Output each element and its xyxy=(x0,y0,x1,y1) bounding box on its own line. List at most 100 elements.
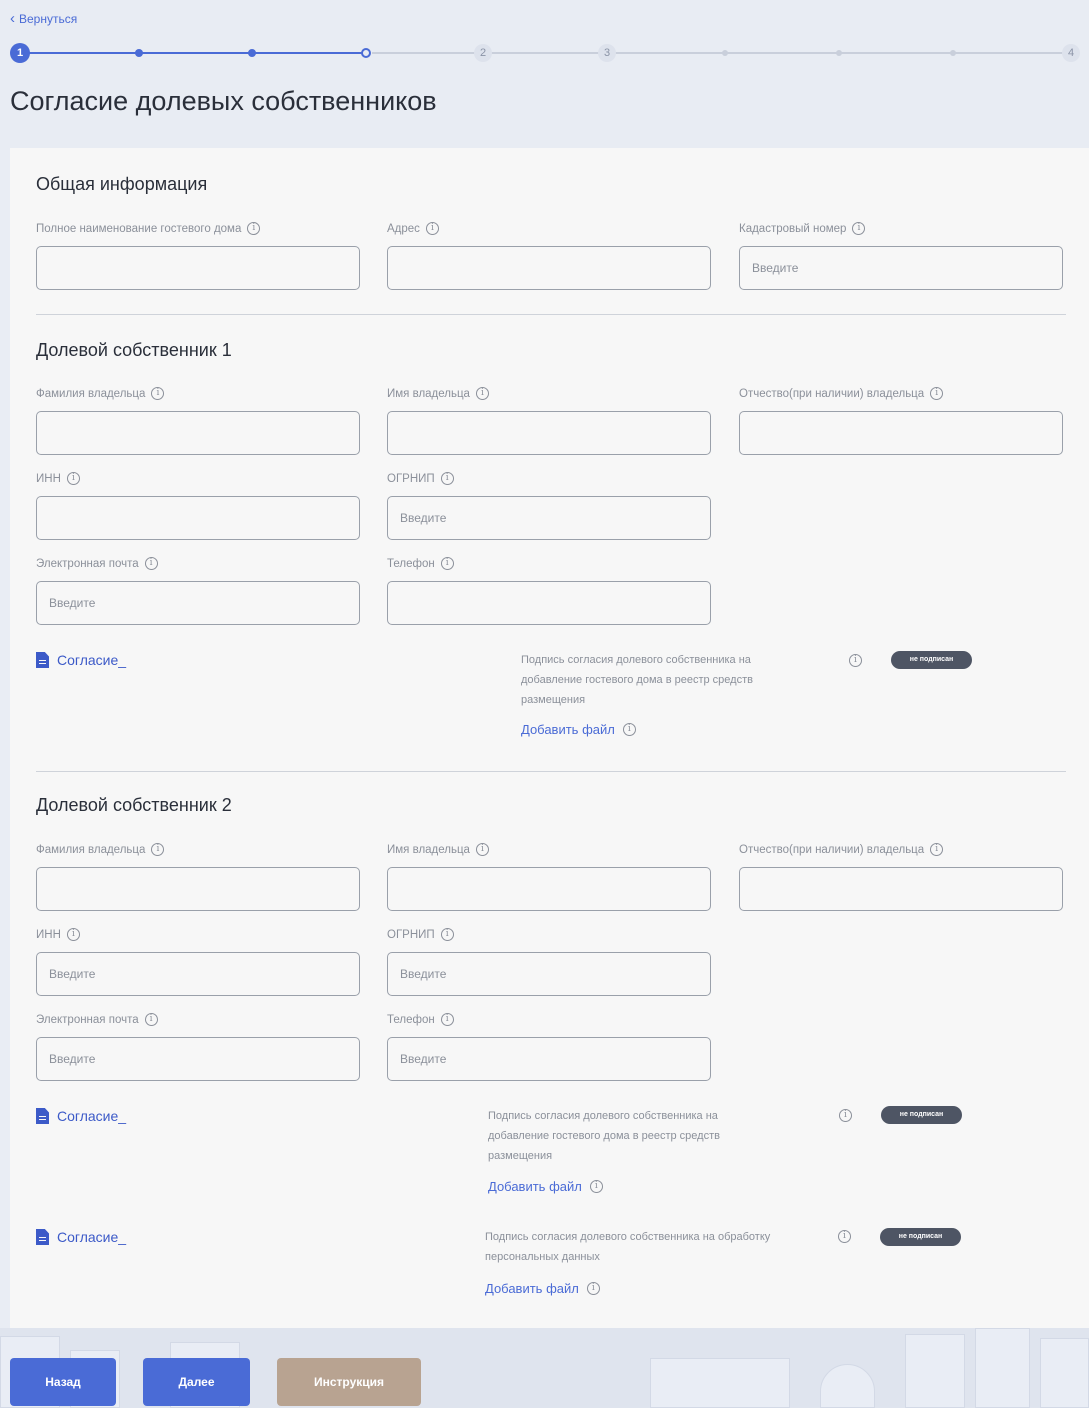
owner2-email-input[interactable] xyxy=(36,1037,360,1081)
owner2-lastname-input[interactable] xyxy=(36,867,360,911)
substep-ring xyxy=(361,48,371,58)
step-2[interactable]: 2 xyxy=(474,44,492,62)
step-3[interactable]: 3 xyxy=(598,44,616,62)
info-icon[interactable]: i xyxy=(151,387,165,400)
owner1-patronymic-label: Отчество(при наличии) владельца i xyxy=(739,387,944,400)
info-icon[interactable]: i xyxy=(440,928,454,941)
info-icon[interactable]: i xyxy=(151,843,165,856)
owner2-phone-input[interactable] xyxy=(387,1037,711,1081)
owner2-status-badge-1: не подписан xyxy=(881,1106,962,1124)
section-title-owner-1: Долевой собственник 1 xyxy=(36,340,232,360)
owner1-ogrnip-input[interactable] xyxy=(387,496,711,540)
section-title-general: Общая информация xyxy=(36,174,208,194)
owner1-firstname-label: Имя владельца i xyxy=(387,387,489,400)
owner1-consent-doc-link[interactable]: Согласие_ xyxy=(36,652,126,668)
info-icon[interactable]: i xyxy=(144,1013,158,1026)
owner1-ogrnip-label: ОГРНИП i xyxy=(387,472,454,485)
owner1-firstname-input[interactable] xyxy=(387,411,711,455)
owner1-phone-input[interactable] xyxy=(387,581,711,625)
document-icon xyxy=(36,652,49,668)
owner2-inn-input[interactable] xyxy=(36,952,360,996)
info-icon[interactable]: i xyxy=(589,1180,603,1193)
info-icon[interactable]: i xyxy=(622,723,636,736)
owner1-lastname-input[interactable] xyxy=(36,411,360,455)
owner2-firstname-label: Имя владельца i xyxy=(387,843,489,856)
owner1-email-input[interactable] xyxy=(36,581,360,625)
owner2-ogrnip-label: ОГРНИП i xyxy=(387,928,454,941)
info-icon[interactable]: i xyxy=(66,472,80,485)
progress-stepper: 1 2 3 4 xyxy=(10,40,1082,66)
info-icon[interactable]: i xyxy=(849,654,862,667)
section-divider xyxy=(36,771,1066,772)
owner1-inn-input[interactable] xyxy=(36,496,360,540)
form-card: Общая информация Полное наименование гос… xyxy=(10,148,1089,1328)
owner1-email-label: Электронная почта i xyxy=(36,557,158,570)
owner1-add-file-link[interactable]: Добавить файл i xyxy=(521,722,636,737)
chevron-left-icon: ‹ xyxy=(10,10,15,27)
owner2-signature-text-1: Подпись согласия долевого собственника н… xyxy=(488,1110,720,1162)
owner2-firstname-input[interactable] xyxy=(387,867,711,911)
document-icon xyxy=(36,1229,49,1245)
guest-house-name-input[interactable] xyxy=(36,246,360,290)
next-button[interactable]: Далее xyxy=(143,1358,250,1406)
owner2-signature-text-2: Подпись согласия долевого собственника н… xyxy=(485,1231,771,1263)
info-icon[interactable]: i xyxy=(440,1013,454,1026)
owner2-add-file-link-2[interactable]: Добавить файл i xyxy=(485,1281,600,1296)
info-icon[interactable]: i xyxy=(838,1230,851,1243)
owner1-status-badge: не подписан xyxy=(891,651,972,669)
info-icon[interactable]: i xyxy=(839,1109,852,1122)
step-4[interactable]: 4 xyxy=(1062,44,1080,62)
info-icon[interactable]: i xyxy=(440,557,454,570)
substep-dot xyxy=(836,50,842,56)
owner1-signature-text: Подпись согласия долевого собственника н… xyxy=(521,654,753,706)
info-icon[interactable]: i xyxy=(586,1282,600,1295)
info-icon[interactable]: i xyxy=(475,843,489,856)
info-icon[interactable]: i xyxy=(66,928,80,941)
owner2-patronymic-input[interactable] xyxy=(739,867,1063,911)
info-icon[interactable]: i xyxy=(930,387,944,400)
building-shape xyxy=(1040,1338,1089,1408)
info-icon[interactable]: i xyxy=(144,557,158,570)
guest-house-name-label: Полное наименование гостевого дома i xyxy=(36,222,261,235)
owner1-phone-label: Телефон i xyxy=(387,557,454,570)
substep-dot xyxy=(722,50,728,56)
building-shape xyxy=(905,1334,965,1408)
instruction-button[interactable]: Инструкция xyxy=(277,1358,421,1406)
owner1-patronymic-input[interactable] xyxy=(739,411,1063,455)
owner2-status-badge-2: не подписан xyxy=(880,1228,961,1246)
owner2-ogrnip-input[interactable] xyxy=(387,952,711,996)
owner2-consent-doc-link-2[interactable]: Согласие_ xyxy=(36,1229,126,1245)
owner2-email-label: Электронная почта i xyxy=(36,1013,158,1026)
info-icon[interactable]: i xyxy=(852,222,866,235)
info-icon[interactable]: i xyxy=(440,472,454,485)
owner2-patronymic-label: Отчество(при наличии) владельца i xyxy=(739,843,944,856)
info-icon[interactable]: i xyxy=(475,387,489,400)
substep-dot xyxy=(950,50,956,56)
owner2-consent-doc-link-1[interactable]: Согласие_ xyxy=(36,1108,126,1124)
owner1-inn-label: ИНН i xyxy=(36,472,80,485)
info-icon[interactable]: i xyxy=(247,222,261,235)
address-input[interactable] xyxy=(387,246,711,290)
owner2-phone-label: Телефон i xyxy=(387,1013,454,1026)
owner2-add-file-link-1[interactable]: Добавить файл i xyxy=(488,1179,603,1194)
step-current[interactable]: 1 xyxy=(10,43,30,63)
building-shape xyxy=(975,1328,1030,1408)
owner1-lastname-label: Фамилия владельца i xyxy=(36,387,165,400)
owner2-inn-label: ИНН i xyxy=(36,928,80,941)
back-link[interactable]: ‹ Вернуться xyxy=(10,11,77,26)
tree-shape xyxy=(820,1364,875,1408)
cadastral-input[interactable] xyxy=(739,246,1063,290)
address-label: Адрес i xyxy=(387,222,439,235)
info-icon[interactable]: i xyxy=(425,222,439,235)
substep-dot xyxy=(248,49,256,57)
info-icon[interactable]: i xyxy=(930,843,944,856)
section-title-owner-2: Долевой собственник 2 xyxy=(36,795,232,815)
back-link-label: Вернуться xyxy=(19,11,78,26)
stepper-line-active xyxy=(24,52,364,54)
substep-dot xyxy=(135,49,143,57)
owner2-lastname-label: Фамилия владельца i xyxy=(36,843,165,856)
cadastral-label: Кадастровый номер i xyxy=(739,222,866,235)
building-shape xyxy=(650,1358,790,1408)
back-button[interactable]: Назад xyxy=(10,1358,116,1406)
section-divider xyxy=(36,314,1066,315)
